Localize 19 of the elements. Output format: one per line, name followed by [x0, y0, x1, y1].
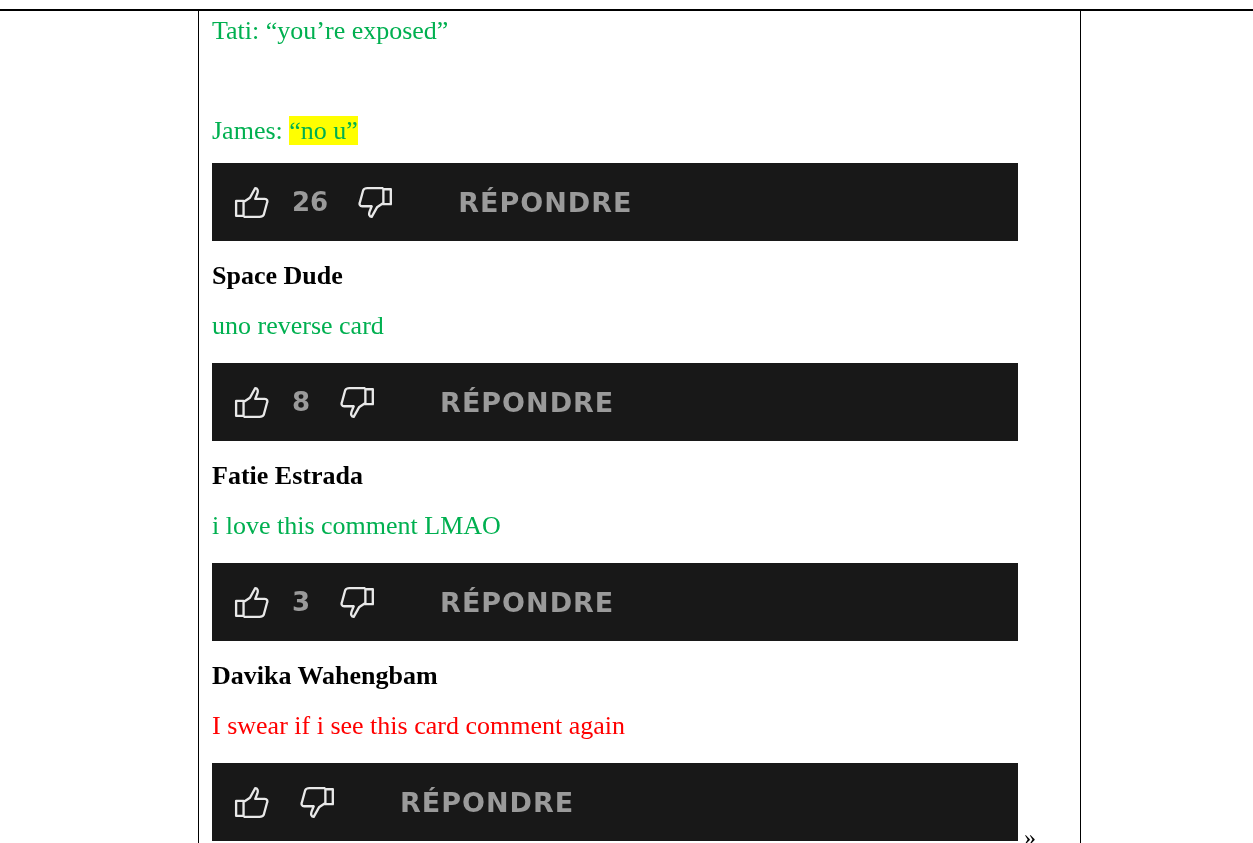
- like-count: 3: [292, 587, 311, 617]
- comment-text: I swear if i see this card comment again: [212, 710, 626, 742]
- reply-button[interactable]: RÉPONDRE: [458, 186, 633, 218]
- comment-text: James: “no u”: [212, 115, 359, 147]
- comment-author: Davika Wahengbam: [212, 660, 439, 692]
- thumbs-up-icon[interactable]: [232, 185, 270, 219]
- reply-button[interactable]: RÉPONDRE: [400, 786, 575, 818]
- comment-author: Space Dude: [212, 260, 344, 292]
- like-count: 8: [292, 387, 311, 417]
- thumbs-up-icon[interactable]: [232, 385, 270, 419]
- comment-text: Tati: “you’re exposed”: [212, 15, 450, 47]
- comment-text: i love this comment LMAO: [212, 510, 502, 542]
- thumbs-up-icon[interactable]: [232, 785, 270, 819]
- comment-author: Fatie Estrada: [212, 460, 364, 492]
- reply-button[interactable]: RÉPONDRE: [440, 586, 615, 618]
- comment-text: uno reverse card: [212, 310, 385, 342]
- thumbs-up-icon[interactable]: [232, 585, 270, 619]
- reply-button[interactable]: RÉPONDRE: [440, 386, 615, 418]
- like-count: 26: [292, 187, 329, 217]
